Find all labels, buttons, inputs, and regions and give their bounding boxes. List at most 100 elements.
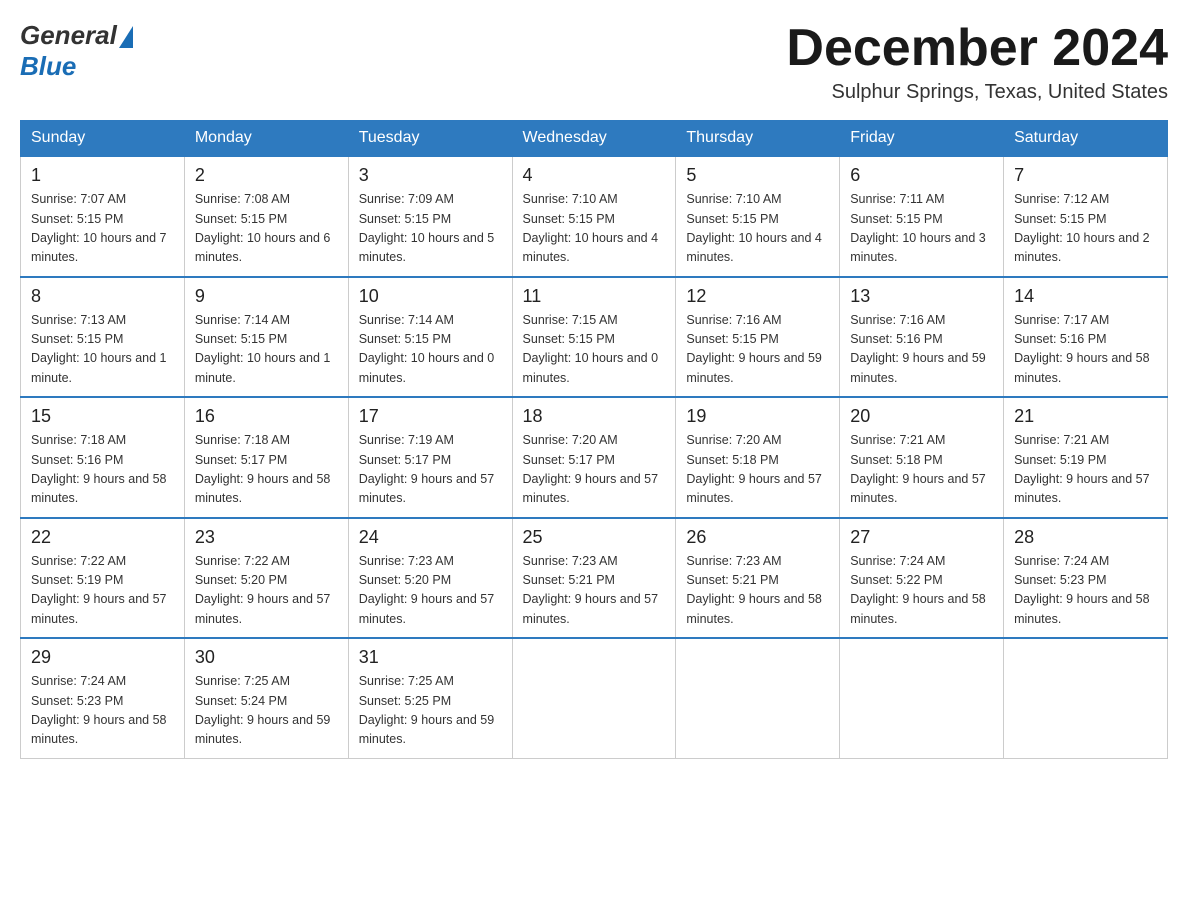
calendar-week-row: 29 Sunrise: 7:24 AMSunset: 5:23 PMDaylig…	[21, 638, 1168, 758]
day-number: 15	[31, 406, 174, 427]
day-info: Sunrise: 7:09 AMSunset: 5:15 PMDaylight:…	[359, 192, 495, 264]
day-number: 26	[686, 527, 829, 548]
day-info: Sunrise: 7:08 AMSunset: 5:15 PMDaylight:…	[195, 192, 331, 264]
calendar-cell: 12 Sunrise: 7:16 AMSunset: 5:15 PMDaylig…	[676, 277, 840, 398]
calendar-cell: 3 Sunrise: 7:09 AMSunset: 5:15 PMDayligh…	[348, 156, 512, 277]
day-info: Sunrise: 7:24 AMSunset: 5:23 PMDaylight:…	[1014, 554, 1150, 626]
day-number: 17	[359, 406, 502, 427]
day-number: 21	[1014, 406, 1157, 427]
day-number: 20	[850, 406, 993, 427]
page-header: General Blue December 2024 Sulphur Sprin…	[20, 20, 1168, 104]
calendar-cell: 26 Sunrise: 7:23 AMSunset: 5:21 PMDaylig…	[676, 518, 840, 639]
calendar-cell: 15 Sunrise: 7:18 AMSunset: 5:16 PMDaylig…	[21, 397, 185, 518]
day-number: 10	[359, 286, 502, 307]
day-info: Sunrise: 7:17 AMSunset: 5:16 PMDaylight:…	[1014, 313, 1150, 385]
day-info: Sunrise: 7:15 AMSunset: 5:15 PMDaylight:…	[523, 313, 659, 385]
day-info: Sunrise: 7:20 AMSunset: 5:18 PMDaylight:…	[686, 433, 822, 505]
day-info: Sunrise: 7:10 AMSunset: 5:15 PMDaylight:…	[686, 192, 822, 264]
calendar-cell: 7 Sunrise: 7:12 AMSunset: 5:15 PMDayligh…	[1004, 156, 1168, 277]
calendar-cell: 22 Sunrise: 7:22 AMSunset: 5:19 PMDaylig…	[21, 518, 185, 639]
logo: General Blue	[20, 20, 133, 82]
day-info: Sunrise: 7:25 AMSunset: 5:24 PMDaylight:…	[195, 674, 331, 746]
calendar-cell	[1004, 638, 1168, 758]
calendar-cell: 28 Sunrise: 7:24 AMSunset: 5:23 PMDaylig…	[1004, 518, 1168, 639]
day-number: 2	[195, 165, 338, 186]
day-number: 30	[195, 647, 338, 668]
day-info: Sunrise: 7:19 AMSunset: 5:17 PMDaylight:…	[359, 433, 495, 505]
calendar-cell: 27 Sunrise: 7:24 AMSunset: 5:22 PMDaylig…	[840, 518, 1004, 639]
calendar-cell: 5 Sunrise: 7:10 AMSunset: 5:15 PMDayligh…	[676, 156, 840, 277]
day-number: 23	[195, 527, 338, 548]
calendar-cell: 2 Sunrise: 7:08 AMSunset: 5:15 PMDayligh…	[184, 156, 348, 277]
day-info: Sunrise: 7:18 AMSunset: 5:17 PMDaylight:…	[195, 433, 331, 505]
weekday-header-wednesday: Wednesday	[512, 121, 676, 157]
day-number: 25	[523, 527, 666, 548]
calendar-cell: 19 Sunrise: 7:20 AMSunset: 5:18 PMDaylig…	[676, 397, 840, 518]
weekday-header-saturday: Saturday	[1004, 121, 1168, 157]
calendar-cell: 29 Sunrise: 7:24 AMSunset: 5:23 PMDaylig…	[21, 638, 185, 758]
day-info: Sunrise: 7:18 AMSunset: 5:16 PMDaylight:…	[31, 433, 167, 505]
day-info: Sunrise: 7:20 AMSunset: 5:17 PMDaylight:…	[523, 433, 659, 505]
calendar-cell: 4 Sunrise: 7:10 AMSunset: 5:15 PMDayligh…	[512, 156, 676, 277]
location-subtitle: Sulphur Springs, Texas, United States	[786, 81, 1168, 104]
day-info: Sunrise: 7:13 AMSunset: 5:15 PMDaylight:…	[31, 313, 167, 385]
title-area: December 2024 Sulphur Springs, Texas, Un…	[786, 20, 1168, 104]
calendar-cell: 25 Sunrise: 7:23 AMSunset: 5:21 PMDaylig…	[512, 518, 676, 639]
weekday-header-tuesday: Tuesday	[348, 121, 512, 157]
day-number: 24	[359, 527, 502, 548]
weekday-header-thursday: Thursday	[676, 121, 840, 157]
weekday-header-friday: Friday	[840, 121, 1004, 157]
day-number: 9	[195, 286, 338, 307]
day-number: 3	[359, 165, 502, 186]
day-info: Sunrise: 7:22 AMSunset: 5:20 PMDaylight:…	[195, 554, 331, 626]
calendar-cell	[840, 638, 1004, 758]
day-info: Sunrise: 7:21 AMSunset: 5:19 PMDaylight:…	[1014, 433, 1150, 505]
weekday-header-sunday: Sunday	[21, 121, 185, 157]
calendar-cell: 13 Sunrise: 7:16 AMSunset: 5:16 PMDaylig…	[840, 277, 1004, 398]
calendar-cell	[512, 638, 676, 758]
calendar-cell: 24 Sunrise: 7:23 AMSunset: 5:20 PMDaylig…	[348, 518, 512, 639]
logo-blue-text: Blue	[20, 51, 76, 82]
calendar-week-row: 8 Sunrise: 7:13 AMSunset: 5:15 PMDayligh…	[21, 277, 1168, 398]
day-number: 18	[523, 406, 666, 427]
day-number: 1	[31, 165, 174, 186]
day-info: Sunrise: 7:21 AMSunset: 5:18 PMDaylight:…	[850, 433, 986, 505]
day-info: Sunrise: 7:16 AMSunset: 5:15 PMDaylight:…	[686, 313, 822, 385]
month-title: December 2024	[786, 20, 1168, 77]
day-number: 22	[31, 527, 174, 548]
day-number: 29	[31, 647, 174, 668]
day-info: Sunrise: 7:23 AMSunset: 5:20 PMDaylight:…	[359, 554, 495, 626]
calendar-cell: 20 Sunrise: 7:21 AMSunset: 5:18 PMDaylig…	[840, 397, 1004, 518]
day-number: 27	[850, 527, 993, 548]
calendar-cell: 6 Sunrise: 7:11 AMSunset: 5:15 PMDayligh…	[840, 156, 1004, 277]
day-number: 8	[31, 286, 174, 307]
day-info: Sunrise: 7:14 AMSunset: 5:15 PMDaylight:…	[195, 313, 331, 385]
day-info: Sunrise: 7:12 AMSunset: 5:15 PMDaylight:…	[1014, 192, 1150, 264]
calendar-cell: 1 Sunrise: 7:07 AMSunset: 5:15 PMDayligh…	[21, 156, 185, 277]
calendar-table: SundayMondayTuesdayWednesdayThursdayFrid…	[20, 120, 1168, 759]
calendar-cell: 30 Sunrise: 7:25 AMSunset: 5:24 PMDaylig…	[184, 638, 348, 758]
weekday-header-monday: Monday	[184, 121, 348, 157]
day-number: 13	[850, 286, 993, 307]
day-number: 31	[359, 647, 502, 668]
calendar-cell: 17 Sunrise: 7:19 AMSunset: 5:17 PMDaylig…	[348, 397, 512, 518]
day-info: Sunrise: 7:07 AMSunset: 5:15 PMDaylight:…	[31, 192, 167, 264]
calendar-cell: 18 Sunrise: 7:20 AMSunset: 5:17 PMDaylig…	[512, 397, 676, 518]
calendar-week-row: 1 Sunrise: 7:07 AMSunset: 5:15 PMDayligh…	[21, 156, 1168, 277]
calendar-cell: 8 Sunrise: 7:13 AMSunset: 5:15 PMDayligh…	[21, 277, 185, 398]
logo-general-text: General	[20, 20, 117, 51]
calendar-week-row: 15 Sunrise: 7:18 AMSunset: 5:16 PMDaylig…	[21, 397, 1168, 518]
day-info: Sunrise: 7:10 AMSunset: 5:15 PMDaylight:…	[523, 192, 659, 264]
day-info: Sunrise: 7:23 AMSunset: 5:21 PMDaylight:…	[686, 554, 822, 626]
calendar-cell: 11 Sunrise: 7:15 AMSunset: 5:15 PMDaylig…	[512, 277, 676, 398]
calendar-cell: 10 Sunrise: 7:14 AMSunset: 5:15 PMDaylig…	[348, 277, 512, 398]
calendar-cell: 14 Sunrise: 7:17 AMSunset: 5:16 PMDaylig…	[1004, 277, 1168, 398]
day-number: 16	[195, 406, 338, 427]
day-info: Sunrise: 7:16 AMSunset: 5:16 PMDaylight:…	[850, 313, 986, 385]
day-number: 12	[686, 286, 829, 307]
day-number: 5	[686, 165, 829, 186]
day-info: Sunrise: 7:24 AMSunset: 5:22 PMDaylight:…	[850, 554, 986, 626]
day-info: Sunrise: 7:24 AMSunset: 5:23 PMDaylight:…	[31, 674, 167, 746]
calendar-cell	[676, 638, 840, 758]
calendar-cell: 23 Sunrise: 7:22 AMSunset: 5:20 PMDaylig…	[184, 518, 348, 639]
